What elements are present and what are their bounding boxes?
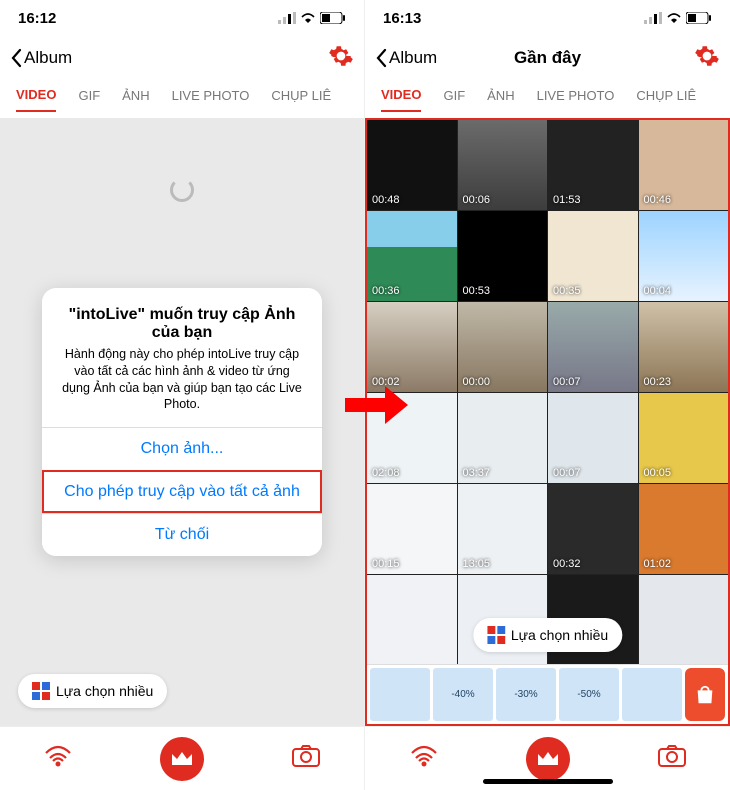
alert-body: Hành động này cho phép intoLive truy cập… [60,346,304,414]
wifi-icon [300,12,316,24]
gear-icon [694,43,720,69]
video-thumb[interactable]: 01:53 [548,120,638,210]
nav-bar: Album Gần đây [365,36,730,80]
gear-icon [328,43,354,69]
battery-icon [320,12,346,24]
video-thumb[interactable]: 00:02 [367,302,457,392]
signal-icon [278,12,296,24]
battery-icon [686,12,712,24]
tab-gif[interactable]: GIF [443,88,465,111]
back-label: Album [389,48,437,68]
tab-burst[interactable]: CHỤP LIÊ [271,88,331,111]
multiselect-icon [32,682,50,700]
video-thumb[interactable]: 00:07 [548,302,638,392]
media-tabs: VIDEO GIF ẢNH LIVE PHOTO CHỤP LIÊ [0,80,364,118]
status-bar: 16:13 [365,0,730,36]
bottom-bar [0,726,364,790]
video-thumb[interactable]: 00:36 [367,211,457,301]
video-thumb[interactable]: 00:07 [548,393,638,483]
ad-item[interactable]: -50% [559,668,619,721]
crown-icon [536,750,560,768]
video-thumb[interactable] [639,575,729,665]
status-icons [644,12,712,24]
status-icons [278,12,346,24]
video-thumb[interactable]: 00:23 [639,302,729,392]
tab-photo[interactable]: ẢNH [487,88,514,111]
video-grid[interactable]: 00:48 00:06 01:53 00:46 00:36 00:53 00:3… [367,120,728,665]
video-grid-wrap: 00:48 00:06 01:53 00:46 00:36 00:53 00:3… [365,118,730,726]
page-title: Gần đây [514,48,581,68]
wifi-icon [409,744,439,768]
ad-item[interactable]: -40% [433,668,493,721]
camera-icon [291,744,321,768]
video-thumb[interactable]: 02:08 [367,393,457,483]
shopee-icon [694,684,716,706]
camera-icon [657,744,687,768]
chevron-left-icon [10,48,22,68]
video-thumb[interactable]: 00:46 [639,120,729,210]
tab-video[interactable]: VIDEO [381,87,421,112]
back-label: Album [24,48,72,68]
permission-alert: "intoLive" muốn truy cập Ảnh của bạn Hàn… [42,288,322,557]
back-button[interactable]: Album [375,48,437,68]
settings-button[interactable] [328,43,354,74]
camera-button[interactable] [291,744,321,773]
multi-select-button[interactable]: Lựa chọn nhiều [473,618,622,652]
video-thumb[interactable]: 13:05 [458,484,548,574]
video-thumb[interactable]: 00:48 [367,120,457,210]
media-tabs: VIDEO GIF ẢNH LIVE PHOTO CHỤP LIÊ [365,80,730,118]
tab-gif[interactable]: GIF [78,88,100,111]
crown-icon [170,750,194,768]
alert-select-photos-button[interactable]: Chọn ảnh... [42,427,322,470]
wifi-tab-button[interactable] [43,744,73,773]
camera-button[interactable] [657,744,687,773]
back-button[interactable]: Album [10,48,72,68]
video-thumb[interactable]: 01:02 [639,484,729,574]
alert-title: "intoLive" muốn truy cập Ảnh của bạn [60,306,304,342]
video-thumb[interactable]: 00:15 [367,484,457,574]
alert-allow-all-button[interactable]: Cho phép truy cập vào tất cả ảnh [42,470,322,513]
premium-button[interactable] [160,737,204,781]
video-thumb[interactable]: 00:05 [639,393,729,483]
wifi-icon [666,12,682,24]
video-thumb[interactable]: 00:06 [458,120,548,210]
video-thumb[interactable] [367,575,457,665]
wifi-tab-button[interactable] [409,744,439,773]
phone-left: 16:12 Album VIDEO GIF ẢNH LIVE PHOTO CHỤ… [0,0,365,790]
video-thumb[interactable]: 03:37 [458,393,548,483]
status-bar: 16:12 [0,0,364,36]
settings-button[interactable] [694,43,720,74]
ad-item[interactable]: -30% [496,668,556,721]
premium-button[interactable] [526,737,570,781]
nav-bar: Album [0,36,364,80]
ad-item[interactable] [622,668,682,721]
tab-video[interactable]: VIDEO [16,87,56,112]
status-time: 16:12 [18,10,56,27]
tab-burst[interactable]: CHỤP LIÊ [636,88,696,111]
loading-spinner [170,178,194,202]
video-thumb[interactable]: 00:32 [548,484,638,574]
video-thumb[interactable]: 00:53 [458,211,548,301]
ad-shop-icon[interactable] [685,668,725,721]
home-indicator[interactable] [483,779,613,784]
video-thumb[interactable]: 00:00 [458,302,548,392]
chevron-left-icon [375,48,387,68]
multiselect-icon [487,626,505,644]
video-thumb[interactable]: 00:04 [639,211,729,301]
wifi-icon [43,744,73,768]
content-area: "intoLive" muốn truy cập Ảnh của bạn Hàn… [0,118,364,726]
signal-icon [644,12,662,24]
multi-select-label: Lựa chọn nhiều [56,683,153,699]
status-time: 16:13 [383,10,421,27]
ad-item[interactable] [370,668,430,721]
tab-livephoto[interactable]: LIVE PHOTO [172,88,250,111]
multi-select-button[interactable]: Lựa chọn nhiều [18,674,167,708]
tab-photo[interactable]: ẢNH [122,88,149,111]
alert-deny-button[interactable]: Từ chối [42,513,322,556]
multi-select-label: Lựa chọn nhiều [511,627,608,643]
tab-livephoto[interactable]: LIVE PHOTO [537,88,615,111]
video-thumb[interactable]: 00:35 [548,211,638,301]
phone-right: 16:13 Album Gần đây VIDEO GIF ẢNH LIVE P… [365,0,730,790]
ad-banner[interactable]: ⓘ ✕ -40% -30% -50% [367,664,728,724]
